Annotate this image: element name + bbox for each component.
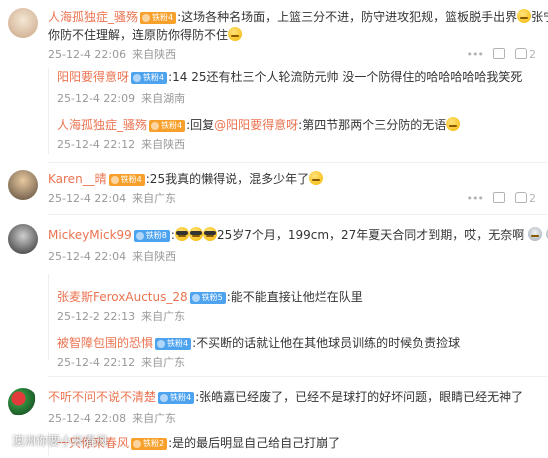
username[interactable]: 被智障包围的恐惧 xyxy=(57,336,153,350)
location: 来自广东 xyxy=(132,412,177,425)
timestamp: 25-12-4 22:09 xyxy=(57,92,136,105)
comment-text: :张皓嘉已经废了，已经不是球打的好坏问题，眼睛已经无神了 xyxy=(195,390,524,404)
reply-text: :不买断的话就让他在其他球员训练的时候负责捡球 xyxy=(192,336,461,350)
reply-list: 一只你来春风 铁粉2:是的最后明显自己给自己打崩了 xyxy=(48,432,540,456)
avatar[interactable] xyxy=(8,8,38,38)
smirk-emoji-icon xyxy=(446,117,461,131)
divider xyxy=(48,214,548,215)
fan-badge: 铁粉4 xyxy=(149,120,186,132)
like-icon[interactable] xyxy=(515,48,527,59)
avatar[interactable] xyxy=(8,224,38,254)
comment-text-cont: 张宁 xyxy=(531,10,548,24)
reply-text: :第四节那两个三分防的无语 xyxy=(298,118,447,132)
username[interactable]: 阳阳要得意呀 xyxy=(57,70,129,84)
comment-actions: 2 xyxy=(457,192,536,205)
timestamp: 25-12-2 22:13 xyxy=(57,310,136,323)
divider xyxy=(48,162,548,163)
reply-icon[interactable] xyxy=(493,48,505,59)
fan-badge: 铁粉8 xyxy=(133,230,170,242)
username[interactable]: 张麦斯FeroxAuctus_28 xyxy=(57,290,188,304)
avatar[interactable] xyxy=(8,388,38,418)
location: 来自陕西 xyxy=(132,250,177,263)
smirk-emoji-icon xyxy=(517,9,532,23)
comment-item: 人海孤独症_骚殇 铁粉4:这场各种名场面，上篮三分不进，防守进攻犯规，篮板脱手出界… xyxy=(0,0,548,160)
location: 来自湖南 xyxy=(141,92,186,105)
comment-actions: 2 xyxy=(457,48,536,61)
watermark: 澳洲你要小米春风 xyxy=(12,434,109,448)
like-count: 2 xyxy=(529,192,536,205)
avatar[interactable] xyxy=(8,170,38,200)
like-icon[interactable] xyxy=(515,192,527,203)
more-icon[interactable] xyxy=(467,48,483,61)
fan-badge: 铁粉4 xyxy=(158,392,195,404)
fan-badge: 铁粉4 xyxy=(131,72,168,84)
comment-text: 25岁7个月，199cm，27年夏天合同才到期，哎，无奈啊 xyxy=(216,228,525,242)
fan-badge: 铁粉2 xyxy=(131,438,168,450)
reply-list: 张麦斯FeroxAuctus_28 铁粉5:能不能直接让他烂在队里 25-12-2… xyxy=(48,274,540,369)
username[interactable]: Karen__晴 xyxy=(48,172,107,186)
location: 来自陕西 xyxy=(141,138,186,151)
timestamp: 25-12-4 22:08 xyxy=(48,412,127,425)
reply-list: 阳阳要得意呀 铁粉4:14 25还有杜三个人轮流防元帅 没一个防得住的哈哈哈哈哈我… xyxy=(48,68,540,154)
timestamp: 25-12-4 22:12 xyxy=(57,356,136,369)
facepalm-emoji-icon xyxy=(309,171,324,185)
timestamp: 25-12-4 22:04 xyxy=(48,250,127,263)
mention-link[interactable]: @阳阳要得意呀 xyxy=(214,118,298,132)
like-count: 2 xyxy=(529,48,536,61)
fan-badge: 铁粉4 xyxy=(108,174,145,186)
timestamp: 25-12-4 22:12 xyxy=(57,138,136,151)
sticker-icon xyxy=(528,227,543,241)
sunglasses-emoji-icon xyxy=(188,227,203,241)
reply-item: 张麦斯FeroxAuctus_28 铁粉5:能不能直接让他烂在队里 xyxy=(57,288,363,306)
reply-item: 被智障包围的恐惧 铁粉4:不买断的话就让他在其他球员训练的时候负责捡球 xyxy=(57,334,460,352)
username[interactable]: MickeyMick99 xyxy=(48,228,132,242)
more-icon[interactable] xyxy=(467,192,483,205)
username[interactable]: 人海孤独症_骚殇 xyxy=(48,10,138,24)
sunglasses-emoji-icon xyxy=(202,227,217,241)
divider xyxy=(48,376,548,377)
fan-badge: 铁粉4 xyxy=(155,338,192,350)
timestamp: 25-12-4 22:06 xyxy=(48,48,127,61)
reply-item: 阳阳要得意呀 铁粉4:14 25还有杜三个人轮流防元帅 没一个防得住的哈哈哈哈哈我… xyxy=(57,68,522,86)
location: 来自广东 xyxy=(141,356,186,369)
comment-item: MickeyMick99 铁粉8:25岁7个月，199cm，27年夏天合同才到期，… xyxy=(0,218,548,369)
location: 来自广东 xyxy=(141,310,186,323)
reply-text: :14 25还有杜三个人轮流防元帅 没一个防得住的哈哈哈哈哈我笑死 xyxy=(168,70,523,84)
comment-text: :这场各种名场面，上篮三分不进，防守进攻犯规，篮板脱手出界 xyxy=(177,10,518,24)
username[interactable]: 不听不问不说不清楚 xyxy=(48,390,156,404)
comment-text-line2: 你防不住理解，连原防你得防不住 xyxy=(48,28,229,42)
reply-text: :能不能直接让他烂在队里 xyxy=(226,290,363,304)
comment-meta: 25-12-4 22:06 来自陕西 xyxy=(48,46,176,64)
reply-text: :是的最后明显自己给自己打崩了 xyxy=(168,436,341,450)
location: 来自陕西 xyxy=(132,48,177,61)
timestamp: 25-12-4 22:04 xyxy=(48,192,127,205)
fan-badge: 铁粉4 xyxy=(140,12,177,24)
fan-badge: 铁粉5 xyxy=(189,292,226,304)
reply-item: 人海孤独症_骚殇 铁粉4:回复@阳阳要得意呀:第四节那两个三分防的无语 xyxy=(57,116,461,134)
username[interactable]: 人海孤独症_骚殇 xyxy=(57,118,147,132)
sunglasses-emoji-icon xyxy=(174,227,189,241)
reply-icon[interactable] xyxy=(493,192,505,203)
comment-text: :25我真的懒得说，混多少年了 xyxy=(145,172,310,186)
smirk-emoji-icon xyxy=(228,27,243,41)
comment-item: Karen__晴 铁粉4:25我真的懒得说，混多少年了 25-12-4 22:04… xyxy=(0,166,548,210)
location: 来自广东 xyxy=(132,192,177,205)
reply-prefix: :回复 xyxy=(186,118,215,132)
